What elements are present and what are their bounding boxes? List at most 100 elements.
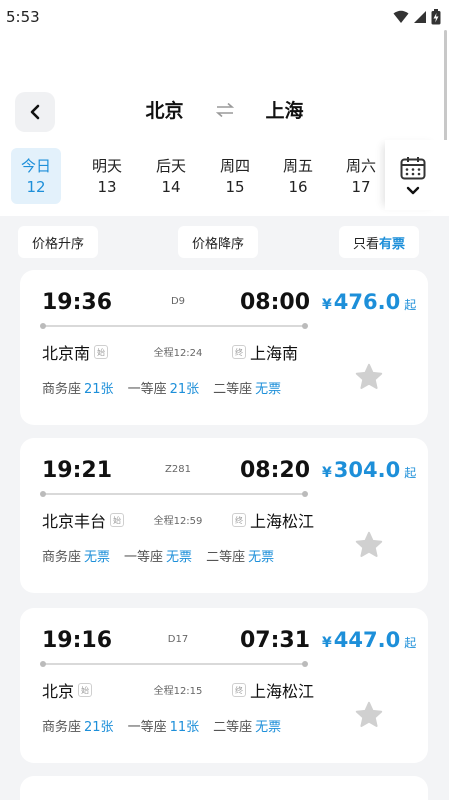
seat-availability: 商务座 21张 一等座 11张 二等座 无票 xyxy=(42,716,281,735)
only-available-button[interactable]: 只看 有票 xyxy=(339,226,420,258)
date-item-today[interactable]: 今日 12 xyxy=(11,148,61,204)
train-card[interactable]: 19:36 D9 08:00 ¥ 476.0 起 北京南 始 全程12:24 终… xyxy=(20,270,428,425)
swap-arrows-icon[interactable] xyxy=(215,102,234,117)
chevron-left-icon xyxy=(30,104,40,120)
from-city[interactable]: 北京 xyxy=(145,96,183,123)
train-card-partial[interactable] xyxy=(20,776,428,800)
train-card[interactable]: 19:16 D17 07:31 ¥ 447.0 起 北京 始 全程12:15 终… xyxy=(20,608,428,763)
date-number: 13 xyxy=(97,177,117,196)
arrival-station-name: 上海松江 xyxy=(250,512,315,531)
date-selector: 今日 12 明天 13 后天 14 周四 15 周五 16 周六 17 xyxy=(0,140,449,216)
seat-count: 无票 xyxy=(84,550,111,565)
date-number: 17 xyxy=(351,177,371,196)
back-button[interactable] xyxy=(15,92,55,132)
price-suffix: 起 xyxy=(404,466,417,480)
date-item-tomorrow[interactable]: 明天 13 xyxy=(82,148,132,204)
date-name: 今日 xyxy=(20,156,51,175)
price-amount: 476.0 xyxy=(333,290,401,314)
duration: 全程12:24 xyxy=(153,348,203,359)
only-available-prefix: 只看 xyxy=(353,236,380,252)
arrival-station: 终 上海南 xyxy=(232,340,298,364)
terminal-tag: 终 xyxy=(232,513,246,527)
seat-count: 无票 xyxy=(166,550,193,565)
train-number: Z281 xyxy=(165,464,191,475)
date-name: 周五 xyxy=(282,156,313,175)
wifi-icon xyxy=(393,10,409,23)
seat-type: 商务座 xyxy=(42,382,82,397)
currency-symbol: ¥ xyxy=(322,635,332,651)
currency-symbol: ¥ xyxy=(322,297,332,313)
date-item-friday[interactable]: 周五 16 xyxy=(273,148,323,204)
duration: 全程12:59 xyxy=(153,516,203,527)
train-card[interactable]: 19:21 Z281 08:20 ¥ 304.0 起 北京丰台 始 全程12:5… xyxy=(20,438,428,593)
seat-second-class: 二等座 无票 xyxy=(213,716,281,735)
arrival-time: 07:31 xyxy=(240,628,311,653)
departure-time: 19:21 xyxy=(42,458,113,483)
train-number: D9 xyxy=(170,296,186,307)
seat-type: 一等座 xyxy=(127,382,167,397)
price: ¥ 304.0 起 xyxy=(322,458,416,482)
chevron-down-icon xyxy=(406,186,420,194)
seat-second-class: 二等座 无票 xyxy=(213,378,281,397)
date-name: 明天 xyxy=(91,156,122,175)
price-amount: 447.0 xyxy=(333,628,401,652)
arrival-station-name: 上海南 xyxy=(250,344,299,363)
route-line xyxy=(40,323,308,329)
date-item-thursday[interactable]: 周四 15 xyxy=(210,148,260,204)
date-name: 周六 xyxy=(345,156,376,175)
star-icon[interactable] xyxy=(354,362,384,392)
departure-station: 北京南 始 xyxy=(42,340,109,364)
seat-count: 11张 xyxy=(169,720,200,735)
price-amount: 304.0 xyxy=(333,458,401,482)
seat-type: 一等座 xyxy=(127,720,167,735)
seat-first-class: 一等座 11张 xyxy=(128,716,200,735)
date-item-saturday[interactable]: 周六 17 xyxy=(336,148,386,204)
date-number: 15 xyxy=(225,177,245,196)
seat-type: 商务座 xyxy=(42,550,82,565)
train-list-area: 价格升序 价格降序 只看 有票 19:36 D9 08:00 ¥ 476.0 起 … xyxy=(0,216,449,800)
seat-count: 21张 xyxy=(84,382,114,397)
route-line xyxy=(40,491,308,497)
star-icon[interactable] xyxy=(354,700,384,730)
departure-station: 北京 始 xyxy=(42,678,93,702)
arrival-station: 终 上海松江 xyxy=(232,678,314,702)
to-city[interactable]: 上海 xyxy=(266,96,304,123)
date-number: 12 xyxy=(26,177,46,196)
seat-type: 二等座 xyxy=(206,550,246,565)
seat-count: 21张 xyxy=(169,382,200,397)
seat-first-class: 一等座 无票 xyxy=(124,546,192,565)
currency-symbol: ¥ xyxy=(322,465,332,481)
departure-station-name: 北京 xyxy=(42,682,75,701)
arrival-station-name: 上海松江 xyxy=(250,682,315,701)
seat-availability: 商务座 无票 一等座 无票 二等座 无票 xyxy=(42,546,274,565)
sort-price-desc-button[interactable]: 价格降序 xyxy=(178,226,259,258)
departure-time: 19:16 xyxy=(42,628,113,653)
departure-station-name: 北京南 xyxy=(42,344,91,363)
date-number: 14 xyxy=(161,177,181,196)
calendar-button[interactable] xyxy=(385,140,441,210)
calendar-icon xyxy=(400,156,426,179)
status-bar: 5:53 xyxy=(0,0,449,34)
price-suffix: 起 xyxy=(404,636,417,650)
star-icon[interactable] xyxy=(354,530,384,560)
seat-count: 无票 xyxy=(255,382,282,397)
origin-tag: 始 xyxy=(110,513,125,527)
only-available-highlight: 有票 xyxy=(379,236,406,252)
seat-type: 一等座 xyxy=(124,550,164,565)
seat-business: 商务座 21张 xyxy=(42,378,114,397)
seat-count: 21张 xyxy=(84,720,114,735)
status-icons xyxy=(393,9,441,25)
date-item-day-after[interactable]: 后天 14 xyxy=(146,148,196,204)
train-number: D17 xyxy=(167,634,189,645)
arrival-station: 终 上海松江 xyxy=(232,508,314,532)
header: 北京 上海 xyxy=(0,88,449,134)
departure-station-name: 北京丰台 xyxy=(42,512,107,531)
terminal-tag: 终 xyxy=(232,683,246,697)
seat-business: 商务座 21张 xyxy=(42,716,114,735)
origin-tag: 始 xyxy=(78,683,93,697)
price: ¥ 447.0 起 xyxy=(322,628,416,652)
arrival-time: 08:20 xyxy=(240,458,311,483)
seat-first-class: 一等座 21张 xyxy=(128,378,200,397)
sort-price-asc-button[interactable]: 价格升序 xyxy=(18,226,99,258)
date-number: 16 xyxy=(288,177,308,196)
